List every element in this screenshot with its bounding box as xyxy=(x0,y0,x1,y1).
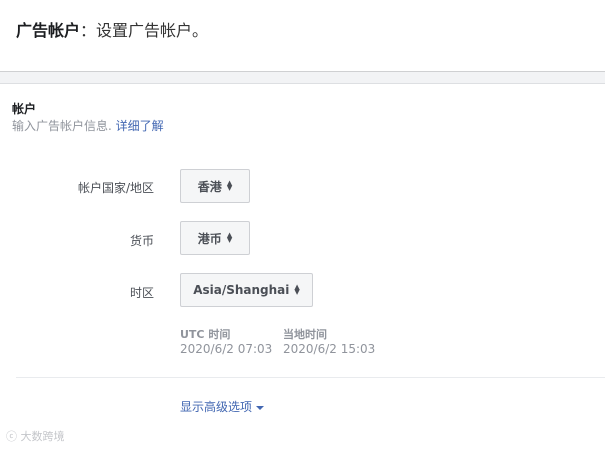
advanced-options-label: 显示高级选项 xyxy=(180,400,253,414)
account-subtitle-text: 输入广告帐户信息. xyxy=(12,119,112,133)
page-title-description: ：设置广告帐户。 xyxy=(80,21,209,40)
timezone-label: 时区 xyxy=(129,286,154,300)
currency-select[interactable]: 港币 ▲ ▼ xyxy=(180,221,250,255)
sort-caret-icon: ▲ ▼ xyxy=(226,231,233,244)
currency-label: 货币 xyxy=(129,234,154,248)
page-title: 广告帐户：设置广告帐户。 xyxy=(16,21,208,41)
utc-time-value: 2020/6/2 07:03 xyxy=(180,342,273,356)
watermark-icon: ⓒ xyxy=(6,430,17,443)
account-section-title: 帐户 xyxy=(12,102,37,116)
learn-more-link[interactable]: 详细了解 xyxy=(116,119,164,133)
country-select-value: 香港 xyxy=(197,179,222,194)
page-header: 广告帐户：设置广告帐户。 xyxy=(0,0,605,72)
currency-select-value: 港币 xyxy=(197,231,222,246)
watermark-logo: ⓒ 大数跨境 xyxy=(6,428,65,444)
timezone-select-value: Asia/Shanghai xyxy=(193,283,290,297)
section-divider-band xyxy=(0,72,605,84)
country-label: 帐户国家/地区 xyxy=(77,181,154,195)
account-section-subtitle: 输入广告帐户信息. 详细了解 xyxy=(12,117,164,134)
utc-time-label: UTC 时间 xyxy=(180,328,231,341)
local-time-value: 2020/6/2 15:03 xyxy=(283,342,376,356)
local-time-label: 当地时间 xyxy=(283,328,327,341)
form-divider xyxy=(16,377,605,378)
chevron-down-icon xyxy=(256,405,265,410)
watermark-text: 大数跨境 xyxy=(20,430,65,443)
show-advanced-options-link[interactable]: 显示高级选项 xyxy=(180,398,265,415)
sort-caret-icon: ▲ ▼ xyxy=(294,283,300,296)
country-select[interactable]: 香港 ▲ ▼ xyxy=(180,169,250,203)
sort-caret-icon: ▲ ▼ xyxy=(226,179,233,192)
timezone-select[interactable]: Asia/Shanghai ▲ ▼ xyxy=(180,273,313,307)
page-title-strong: 广告帐户 xyxy=(16,21,81,40)
